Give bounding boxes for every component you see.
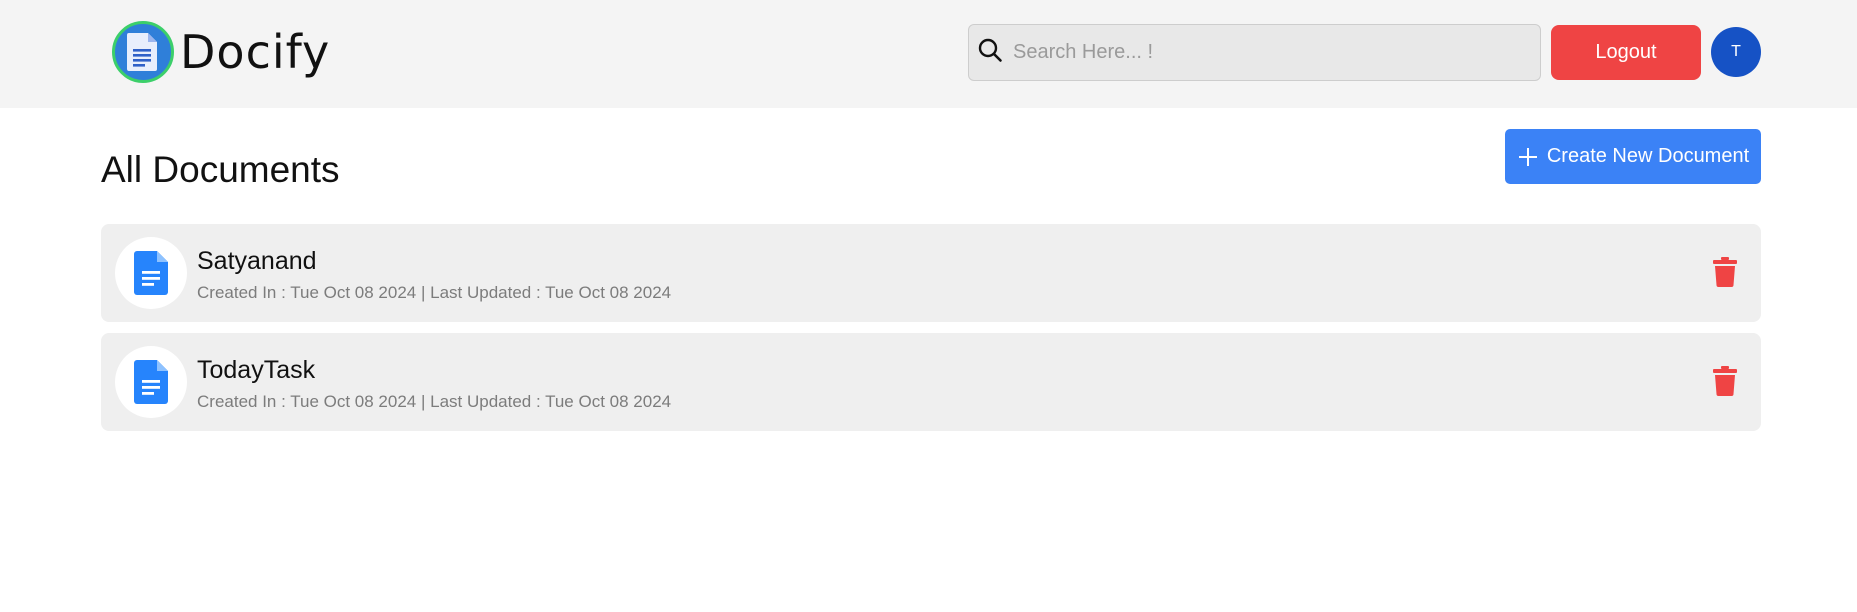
avatar[interactable]: T [1711,27,1761,77]
navbar: Docify Logout T [0,0,1857,108]
create-new-document-button[interactable]: Create New Document [1505,129,1761,184]
document-title[interactable]: Satyanand [197,246,317,276]
brand-name: Docify [180,25,331,79]
search-icon [977,37,1003,68]
trash-icon [1713,256,1737,290]
search-input[interactable] [1011,32,1511,73]
logo[interactable]: Docify [112,20,330,84]
delete-button[interactable] [1707,255,1743,291]
document-item[interactable]: Satyanand Created In : Tue Oct 08 2024 |… [101,224,1761,322]
document-title[interactable]: TodayTask [197,355,315,385]
delete-button[interactable] [1707,364,1743,400]
document-icon [115,346,187,418]
docs-logo-icon [112,21,174,83]
create-button-label: Create New Document [1546,145,1750,167]
trash-icon [1713,365,1737,399]
document-list: Satyanand Created In : Tue Oct 08 2024 |… [101,224,1761,442]
document-dates: Created In : Tue Oct 08 2024 | Last Upda… [197,392,672,411]
plus-icon [1517,146,1539,168]
page-title: All Documents [101,149,340,190]
document-item[interactable]: TodayTask Created In : Tue Oct 08 2024 |… [101,333,1761,431]
document-dates: Created In : Tue Oct 08 2024 | Last Upda… [197,283,672,302]
logout-button[interactable]: Logout [1551,25,1701,80]
document-icon [115,237,187,309]
search-bar [968,24,1541,81]
